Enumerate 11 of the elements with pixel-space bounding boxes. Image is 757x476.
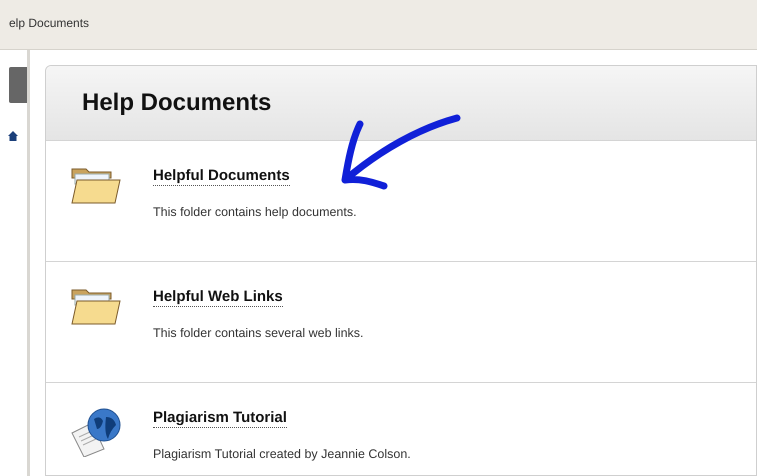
item-description: Plagiarism Tutorial created by Jeannie Colson.: [153, 446, 411, 463]
item-description: This folder contains help documents.: [153, 204, 357, 221]
item-title-link[interactable]: Plagiarism Tutorial: [153, 409, 287, 428]
page-title: Help Documents: [82, 88, 272, 118]
home-icon[interactable]: [8, 131, 18, 141]
item-title-link[interactable]: Helpful Web Links: [153, 288, 283, 307]
item-description: This folder contains several web links.: [153, 325, 364, 342]
item-title-link[interactable]: Helpful Documents: [153, 167, 290, 186]
sidebar-toggle-tab[interactable]: [9, 67, 27, 103]
globe-document-icon: [70, 407, 122, 457]
breadcrumb-link[interactable]: elp Documents: [9, 14, 90, 32]
